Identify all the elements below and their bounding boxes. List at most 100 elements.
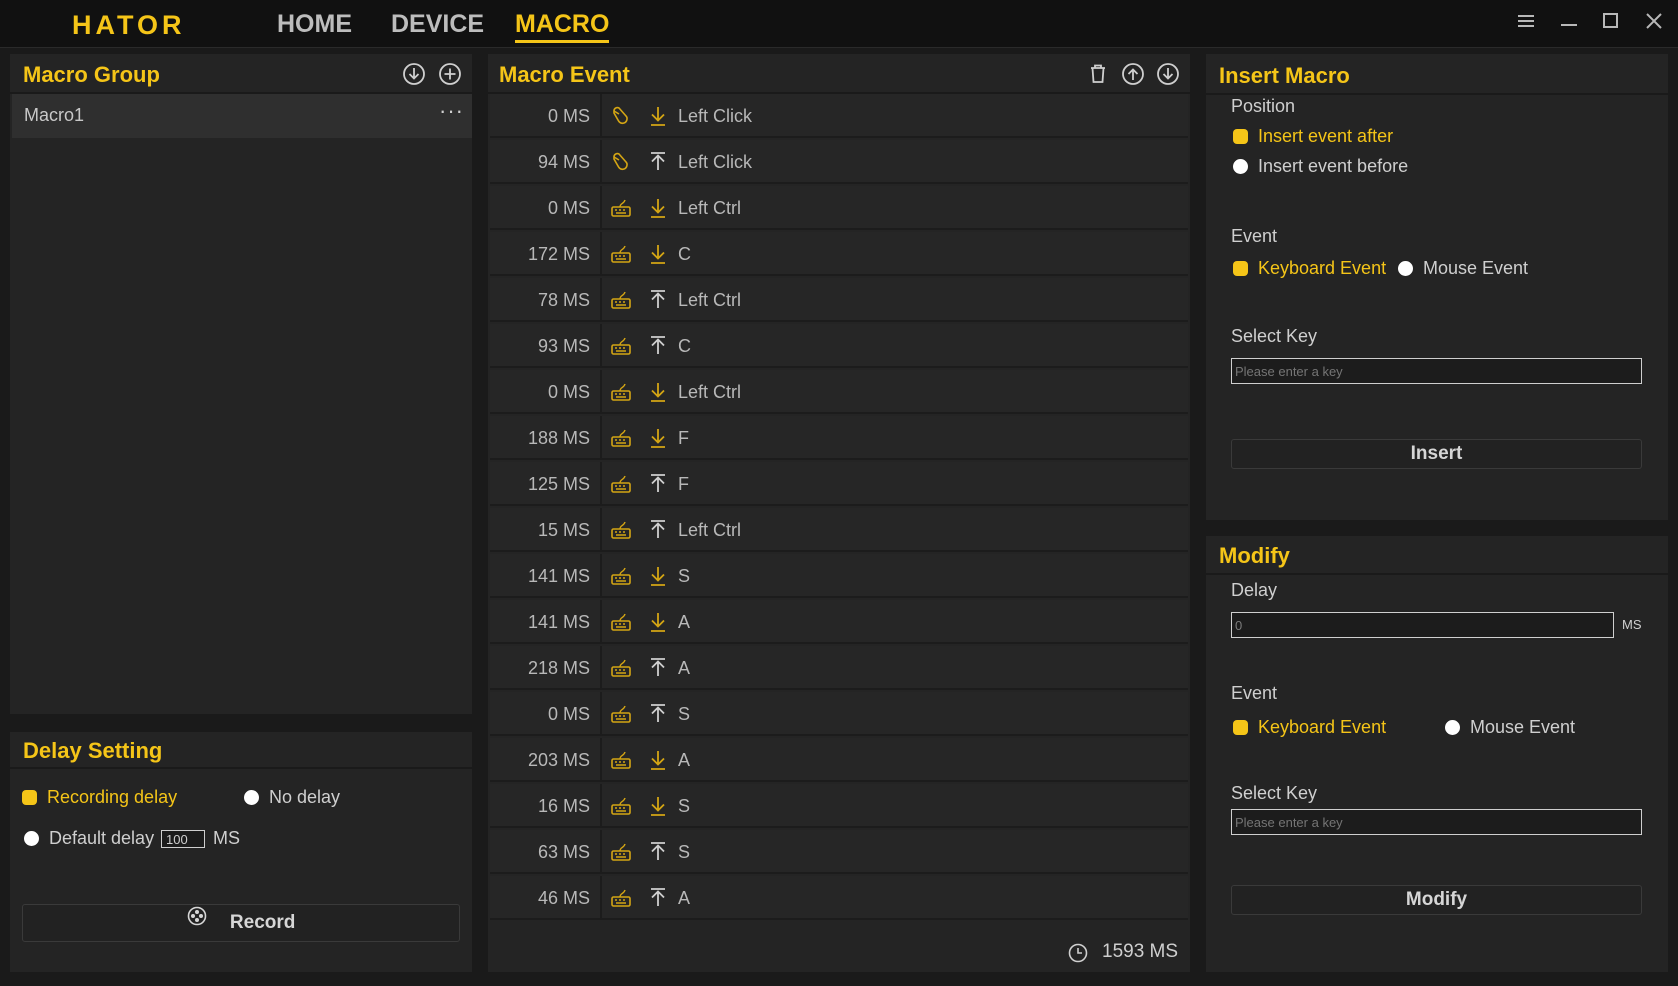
modify-button[interactable]: Modify (1231, 885, 1642, 915)
nav-macro[interactable]: MACRO (515, 10, 610, 43)
key-up-icon (648, 473, 668, 495)
mouse-icon (610, 151, 632, 173)
keyboard-icon (610, 703, 632, 725)
event-row[interactable]: 125 MS F (490, 462, 1188, 506)
key-down-icon (648, 381, 668, 403)
insert-keyboard-event-radio[interactable]: Keyboard Event (1233, 258, 1386, 279)
radio-dot (24, 831, 39, 846)
event-row[interactable]: 93 MS C (490, 324, 1188, 368)
macro-event-title: Macro Event (499, 62, 630, 87)
keyboard-event-label: Keyboard Event (1258, 258, 1387, 278)
record-button[interactable]: Record (22, 904, 460, 942)
key-up-icon (648, 657, 668, 679)
more-options-icon[interactable]: ··· (439, 98, 464, 124)
column-divider (600, 784, 602, 828)
event-row[interactable]: 16 MS S (490, 784, 1188, 828)
default-delay-radio[interactable]: Default delay (24, 828, 154, 849)
modify-delay-input[interactable] (1231, 612, 1614, 638)
macro-list-item[interactable]: Macro1 ··· (12, 94, 472, 138)
modify-key-input[interactable] (1231, 809, 1642, 835)
event-row[interactable]: 141 MS S (490, 554, 1188, 598)
column-divider (600, 692, 602, 736)
event-key: A (678, 658, 691, 678)
event-delay: 78 MS (537, 290, 590, 310)
radio-dot (1398, 261, 1413, 276)
event-key: Left Click (678, 106, 753, 126)
column-divider (600, 186, 602, 230)
event-key: C (678, 336, 691, 356)
event-key: Left Click (678, 152, 753, 172)
position-label: Position (1231, 96, 1296, 116)
column-divider (600, 600, 602, 644)
event-row[interactable]: 0 MS Left Click (490, 94, 1188, 138)
event-row[interactable]: 172 MS C (490, 232, 1188, 276)
event-key: Left Ctrl (678, 290, 742, 310)
no-delay-label: No delay (269, 787, 341, 807)
modify-keyboard-event-radio[interactable]: Keyboard Event (1233, 717, 1386, 738)
event-row[interactable]: 0 MS S (490, 692, 1188, 736)
column-divider (600, 94, 602, 138)
column-divider (600, 462, 602, 506)
insert-select-key-label: Select Key (1231, 326, 1318, 346)
total-time: 1593 MS (1102, 941, 1179, 962)
keyboard-icon (610, 519, 632, 541)
event-delay: 188 MS (527, 428, 590, 448)
clock-icon (1068, 943, 1088, 963)
event-delay: 172 MS (527, 244, 590, 264)
minimize-icon[interactable] (1555, 10, 1583, 36)
event-row[interactable]: 188 MS F (490, 416, 1188, 460)
insert-key-input[interactable] (1231, 358, 1642, 384)
keyboard-icon (610, 427, 632, 449)
event-row[interactable]: 218 MS A (490, 646, 1188, 690)
maximize-icon[interactable] (1597, 10, 1625, 36)
event-row[interactable]: 94 MS Left Click (490, 140, 1188, 184)
event-row[interactable]: 15 MS Left Ctrl (490, 508, 1188, 552)
modify-mouse-event-radio[interactable]: Mouse Event (1445, 717, 1575, 738)
radio-dot (1233, 159, 1248, 174)
move-up-icon[interactable] (1121, 62, 1145, 86)
nav-home[interactable]: HOME (277, 10, 352, 39)
add-macro-icon[interactable] (438, 62, 462, 86)
key-down-icon (648, 243, 668, 265)
default-delay-input[interactable] (161, 830, 205, 848)
event-delay: 141 MS (527, 612, 590, 632)
mouse-event-label: Mouse Event (1470, 717, 1576, 737)
insert-macro-title: Insert Macro (1219, 63, 1350, 88)
mouse-event-label: Mouse Event (1423, 258, 1529, 278)
key-down-icon (648, 565, 668, 587)
modify-delay-label: Delay (1231, 580, 1278, 600)
move-down-icon[interactable] (1156, 62, 1180, 86)
nav-device[interactable]: DEVICE (391, 10, 484, 39)
insert-before-radio[interactable]: Insert event before (1233, 156, 1408, 177)
recording-delay-radio[interactable]: Recording delay (22, 787, 177, 808)
no-delay-radio[interactable]: No delay (244, 787, 340, 808)
key-up-icon (648, 703, 668, 725)
event-key: S (678, 704, 691, 724)
event-row[interactable]: 141 MS A (490, 600, 1188, 644)
default-delay-label: Default delay (49, 828, 155, 848)
event-row[interactable]: 0 MS Left Ctrl (490, 186, 1188, 230)
event-row[interactable]: 46 MS A (490, 876, 1188, 920)
keyboard-icon (610, 749, 632, 771)
insert-mouse-event-radio[interactable]: Mouse Event (1398, 258, 1528, 279)
keyboard-icon (610, 611, 632, 633)
keyboard-icon (610, 289, 632, 311)
import-icon[interactable] (402, 62, 426, 86)
event-row[interactable]: 0 MS Left Ctrl (490, 370, 1188, 414)
record-icon (187, 903, 207, 939)
event-key: S (678, 566, 691, 586)
key-up-icon (648, 887, 668, 909)
close-icon[interactable] (1640, 10, 1668, 36)
mouse-icon (610, 105, 632, 127)
event-row[interactable]: 203 MS A (490, 738, 1188, 782)
insert-after-radio[interactable]: Insert event after (1233, 126, 1393, 147)
delete-icon[interactable] (1086, 62, 1110, 86)
key-down-icon (648, 197, 668, 219)
macro-group-title: Macro Group (23, 62, 160, 87)
event-row[interactable]: 78 MS Left Ctrl (490, 278, 1188, 322)
event-row[interactable]: 63 MS S (490, 830, 1188, 874)
menu-icon[interactable] (1512, 10, 1540, 36)
modify-delay-unit: MS (1622, 617, 1642, 632)
insert-button[interactable]: Insert (1231, 439, 1642, 469)
title-bar: HATOR HOME DEVICE MACRO (0, 0, 1678, 48)
